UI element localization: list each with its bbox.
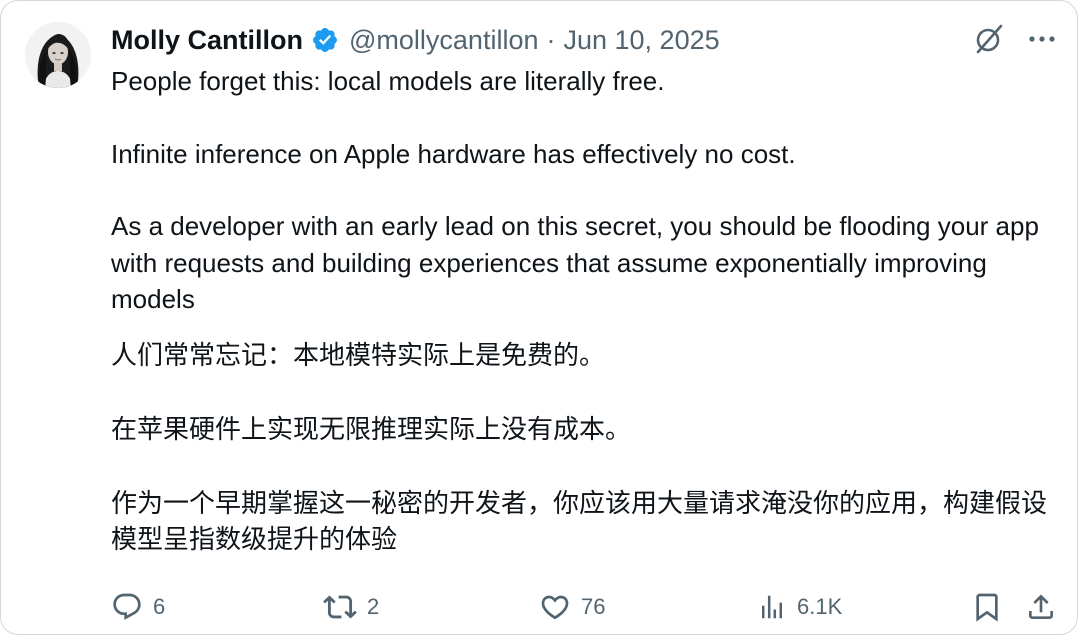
bookmark-button[interactable] [971, 587, 1003, 627]
tweet-paragraph: As a developer with an early lead on thi… [111, 211, 1047, 314]
like-icon [539, 591, 571, 623]
author-handle[interactable]: @mollycantillon [349, 25, 538, 56]
share-button[interactable] [1025, 587, 1057, 627]
tweet-paragraph-cn: 在苹果硬件上实现无限推理实际上没有成本。 [111, 414, 632, 444]
reply-button[interactable]: 6 [111, 587, 165, 627]
views-icon [757, 592, 787, 622]
top-actions [971, 21, 1057, 57]
tweet-paragraph: People forget this: local models are lit… [111, 66, 665, 96]
avatar-image [25, 22, 91, 88]
author-name[interactable]: Molly Cantillon [111, 25, 303, 56]
reply-count: 6 [153, 594, 166, 619]
grok-icon[interactable] [971, 21, 1007, 57]
verified-badge-icon [311, 26, 339, 54]
repost-count: 2 [367, 594, 380, 619]
tweet-date[interactable]: Jun 10, 2025 [563, 25, 719, 56]
views-count: 6.1K [797, 594, 843, 619]
bookmark-icon [971, 591, 1003, 623]
tweet-paragraph-cn: 人们常常忘记：本地模特实际上是免费的。 [111, 340, 606, 370]
reply-icon [111, 591, 143, 623]
tweet-header: Molly Cantillon @mollycantillon · Jun 10… [111, 21, 720, 59]
more-options-icon[interactable] [1027, 24, 1057, 54]
share-icon [1025, 591, 1057, 623]
tweet-text-chinese: 人们常常忘记：本地模特实际上是免费的。 在苹果硬件上实现无限推理实际上没有成本。… [111, 337, 1071, 557]
views-button[interactable]: 6.1K [757, 587, 842, 627]
tweet-text-english: People forget this: local models are lit… [111, 63, 1071, 318]
repost-button[interactable]: 2 [323, 587, 379, 627]
tweet-paragraph: Infinite inference on Apple hardware has… [111, 138, 796, 169]
header-separator: · [546, 24, 556, 55]
tweet-paragraph-cn: 作为一个早期掌握这一秘密的开发者，你应该用大量请求淹没你的应用，构建假设模型呈指… [111, 488, 1048, 554]
like-count: 76 [581, 594, 606, 619]
like-button[interactable]: 76 [539, 587, 605, 627]
action-bar: 6 2 76 6.1K [111, 587, 1059, 627]
repost-icon [323, 590, 357, 624]
tweet-card[interactable]: Molly Cantillon @mollycantillon · Jun 10… [0, 0, 1078, 635]
avatar[interactable] [25, 22, 91, 88]
